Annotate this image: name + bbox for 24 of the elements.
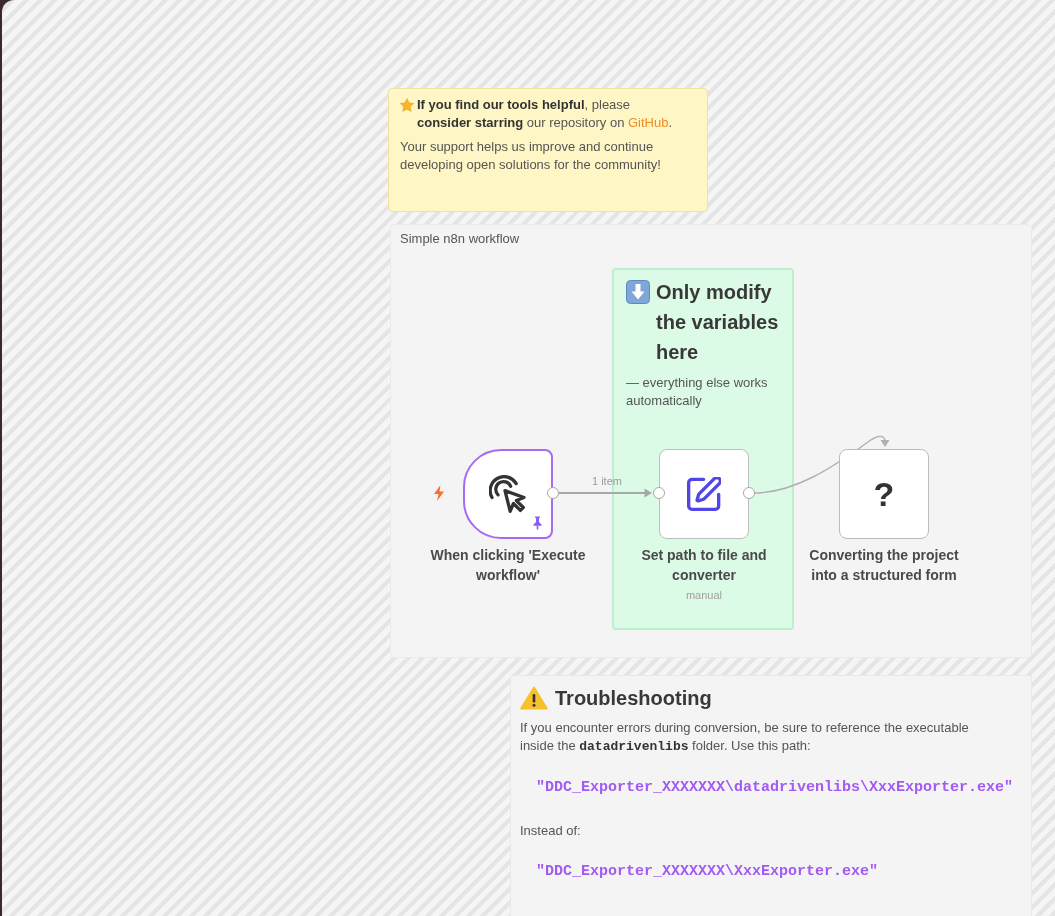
note-text: — everything else works automatically (626, 374, 769, 410)
node-label: When clicking 'Execute workflow' (429, 546, 587, 585)
star-icon (400, 98, 414, 112)
support-message: If you find our tools helpful, please consider starring our repository on GitHub. (417, 96, 674, 132)
node-subtitle: manual (684, 588, 724, 602)
node-label: Converting the project into a structured form (808, 546, 960, 585)
note-text: If you encounter errors during conversion, be sure to reference the executable inside the datadrivenlibs folder. Use this path: (520, 719, 970, 756)
note-text: Your support helps us improve and continue developing open solutions for the community! (400, 138, 662, 174)
note-heading: Only modify the variables here (656, 280, 780, 365)
note-text: Instead of: (520, 822, 582, 840)
connection-label: 1 item (592, 474, 622, 488)
node-symbol: ? (873, 474, 895, 514)
lightning-icon (433, 485, 445, 501)
group-title: Simple n8n workflow (400, 231, 521, 247)
code-snippet: "DDC_Exporter_XXXXXXX\XxxExporter.exe" (536, 862, 879, 882)
warning-icon (520, 686, 548, 710)
workflow-node[interactable] (659, 449, 749, 539)
workflow-node[interactable]: ? (839, 449, 929, 539)
note-heading: Troubleshooting (555, 686, 712, 711)
cursor-click-icon (489, 475, 527, 513)
node-label: Set path to file and converter (640, 546, 768, 585)
workflow-node[interactable] (463, 449, 553, 539)
edit-icon (687, 477, 721, 511)
code-snippet: "DDC_Exporter_XXXXXXX\datadrivenlibs\XxxExporter.exe" (536, 778, 1014, 798)
